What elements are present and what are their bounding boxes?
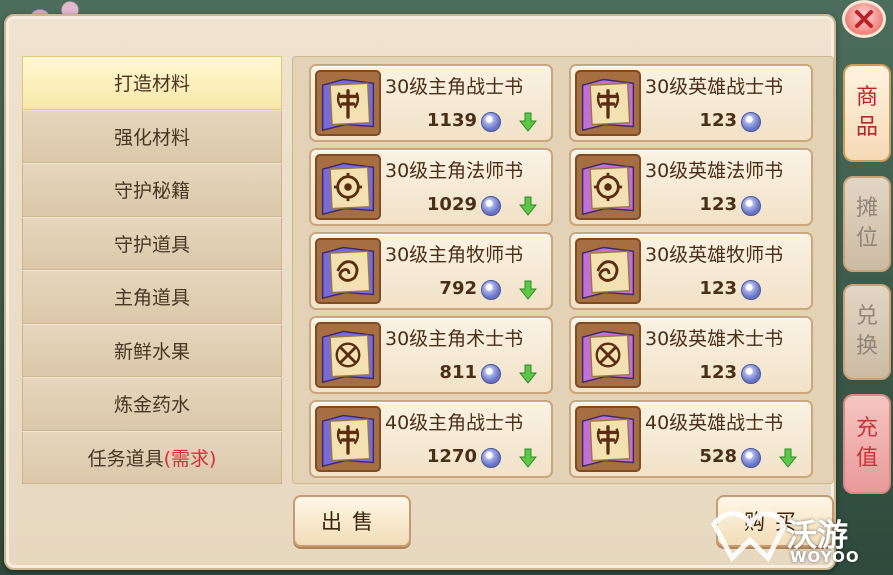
- category-item[interactable]: 守护道具: [22, 216, 282, 270]
- category-label: 守护秘籍: [113, 180, 190, 203]
- priest-book-icon: [315, 238, 381, 304]
- mage-book-icon: [575, 154, 641, 220]
- item-card[interactable]: 30级主角术士书 811: [309, 316, 553, 394]
- category-label: 主角道具: [113, 287, 190, 310]
- price-down-arrow-icon: [519, 280, 537, 300]
- item-name: 30级主角法师书: [385, 160, 524, 182]
- category-label: 炼金药水: [113, 394, 190, 417]
- item-price: 123: [699, 362, 737, 383]
- currency-coin-icon: [481, 112, 501, 132]
- item-price: 123: [699, 278, 737, 299]
- tab-recharge[interactable]: 充值: [843, 394, 891, 494]
- item-name: 40级英雄战士书: [645, 412, 784, 434]
- item-card[interactable]: 30级英雄牧师书 123: [569, 232, 813, 310]
- item-card[interactable]: 30级主角战士书 1139: [309, 64, 553, 142]
- category-item[interactable]: 炼金药水: [22, 377, 282, 431]
- item-card[interactable]: 30级主角法师书 1029: [309, 148, 553, 226]
- item-price: 1139: [426, 110, 477, 131]
- price-down-arrow-icon: [519, 364, 537, 384]
- tab-label-char: 值: [855, 446, 878, 471]
- tab-stall[interactable]: 摊位: [843, 176, 891, 272]
- item-card[interactable]: 40级英雄战士书 528: [569, 400, 813, 478]
- item-price: 811: [439, 362, 477, 383]
- currency-coin-icon: [741, 448, 761, 468]
- warlock-book-icon: [315, 322, 381, 388]
- currency-coin-icon: [481, 196, 501, 216]
- price-down-arrow-icon: [519, 112, 537, 132]
- tab-label-char: 位: [855, 226, 878, 251]
- category-label: 任务道具: [87, 447, 164, 470]
- warlock-book-icon: [575, 322, 641, 388]
- category-item[interactable]: 打造材料: [22, 56, 282, 110]
- tab-exchange[interactable]: 兑换: [843, 284, 891, 380]
- sell-button[interactable]: 出售: [293, 495, 411, 547]
- category-item[interactable]: 守护秘籍: [22, 163, 282, 217]
- currency-coin-icon: [741, 364, 761, 384]
- item-name: 30级英雄术士书: [645, 328, 784, 350]
- item-card[interactable]: 30级英雄法师书 123: [569, 148, 813, 226]
- tab-label-char: 商: [855, 85, 878, 110]
- category-item[interactable]: 强化材料: [22, 109, 282, 163]
- warrior-book-icon: [315, 406, 381, 472]
- close-button[interactable]: [842, 0, 886, 38]
- tab-label-char: 品: [855, 115, 878, 140]
- item-name: 40级主角战士书: [385, 412, 524, 434]
- price-down-arrow-icon: [519, 196, 537, 216]
- item-card[interactable]: 40级主角战士书 1270: [309, 400, 553, 478]
- warrior-book-icon: [575, 70, 641, 136]
- item-name: 30级主角战士书: [385, 76, 524, 98]
- item-name: 30级英雄法师书: [645, 160, 784, 182]
- item-price: 1029: [426, 194, 477, 215]
- price-down-arrow-icon: [779, 448, 797, 468]
- currency-coin-icon: [741, 196, 761, 216]
- tab-goods[interactable]: 商品: [843, 64, 891, 162]
- priest-book-icon: [575, 238, 641, 304]
- category-list: 打造材料强化材料守护秘籍守护道具主角道具新鲜水果炼金药水任务道具 (需求): [22, 56, 282, 484]
- item-price: 528: [699, 446, 737, 467]
- warrior-book-icon: [575, 406, 641, 472]
- item-price: 123: [699, 110, 737, 131]
- item-price: 792: [439, 278, 477, 299]
- watermark-subtext: WOYOO: [790, 548, 860, 566]
- price-down-arrow-icon: [519, 448, 537, 468]
- tab-label-char: 换: [855, 334, 878, 359]
- currency-coin-icon: [481, 280, 501, 300]
- item-name: 30级英雄战士书: [645, 76, 784, 98]
- tab-label-char: 摊: [855, 196, 878, 221]
- category-label: 打造材料: [113, 73, 190, 96]
- currency-coin-icon: [481, 364, 501, 384]
- item-price: 123: [699, 194, 737, 215]
- category-item[interactable]: 任务道具 (需求): [22, 430, 282, 484]
- category-label-suffix: (需求): [163, 447, 217, 470]
- currency-coin-icon: [741, 280, 761, 300]
- category-item[interactable]: 主角道具: [22, 270, 282, 324]
- item-card[interactable]: 30级英雄战士书 123: [569, 64, 813, 142]
- tab-label-char: 充: [855, 416, 878, 441]
- item-name: 30级主角牧师书: [385, 244, 524, 266]
- item-card[interactable]: 30级主角牧师书 792: [309, 232, 553, 310]
- mage-book-icon: [315, 154, 381, 220]
- item-card[interactable]: 30级英雄术士书 123: [569, 316, 813, 394]
- category-label: 新鲜水果: [113, 340, 190, 363]
- close-icon: [855, 10, 873, 28]
- item-name: 30级主角术士书: [385, 328, 524, 350]
- warrior-book-icon: [315, 70, 381, 136]
- item-price: 1270: [426, 446, 477, 467]
- category-item[interactable]: 新鲜水果: [22, 323, 282, 377]
- currency-coin-icon: [741, 112, 761, 132]
- item-grid: 30级主角战士书 1139 30级英雄战士书 123 30级主角法师书 1029 30级英雄…: [292, 56, 834, 484]
- currency-coin-icon: [481, 448, 501, 468]
- tab-label-char: 兑: [855, 304, 878, 329]
- category-label: 强化材料: [113, 126, 190, 149]
- item-name: 30级英雄牧师书: [645, 244, 784, 266]
- category-label: 守护道具: [113, 233, 190, 256]
